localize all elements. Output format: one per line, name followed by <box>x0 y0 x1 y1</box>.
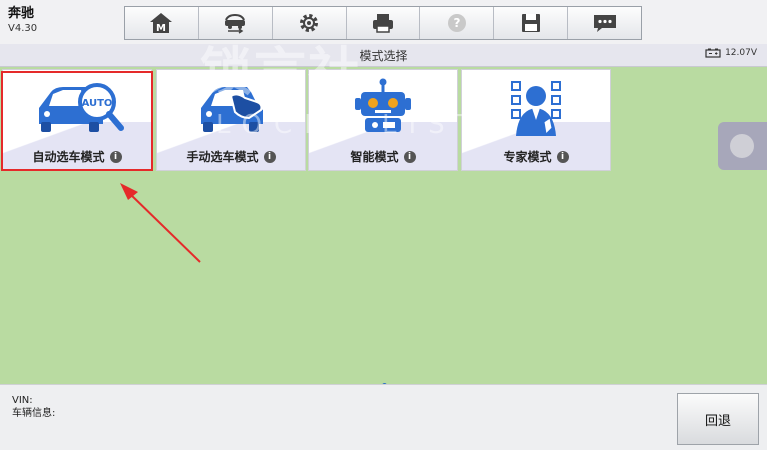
annotation-arrow <box>120 183 201 263</box>
